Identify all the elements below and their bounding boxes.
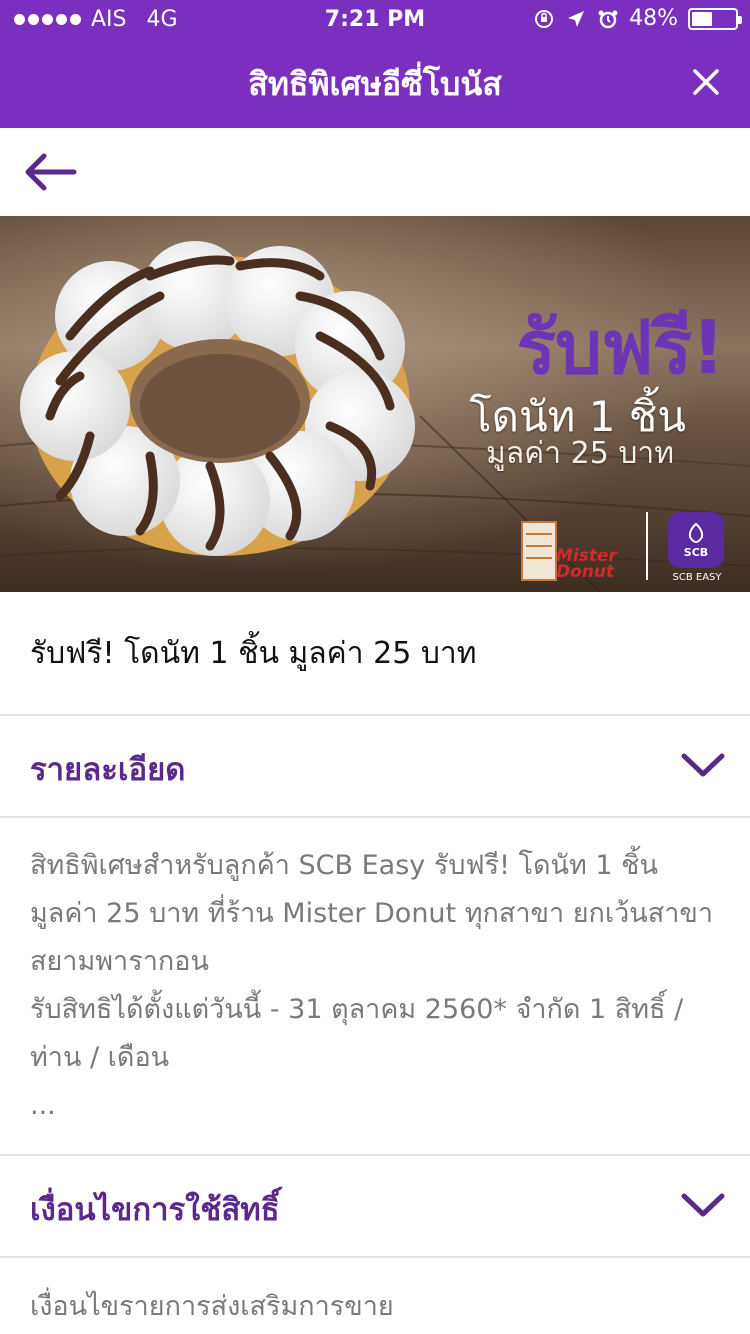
conditions-section-header[interactable]: เงื่อนไขการใช้สิทธิ์ — [0, 1156, 750, 1256]
back-arrow-icon[interactable] — [20, 148, 80, 196]
chevron-down-icon[interactable] — [680, 748, 726, 782]
status-bar: AIS 4G 7:21 PM 48% — [0, 0, 750, 40]
banner-line2: มูลค่า 25 บาท — [486, 436, 674, 471]
status-right: 48% — [533, 6, 742, 31]
app-header: AIS 4G 7:21 PM 48% สิทธิพิเศษอีซี่โบนัส — [0, 0, 750, 128]
details-body: สิทธิพิเศษสำหรับลูกค้า SCB Easy รับฟรี! … — [30, 842, 730, 1082]
details-section-header[interactable]: รายละเอียด — [0, 716, 750, 816]
battery-fill — [692, 11, 713, 26]
scb-logo: SCB — [668, 512, 724, 568]
conditions-title: เงื่อนไขการใช้สิทธิ์ — [30, 1192, 280, 1228]
location-arrow-icon — [568, 10, 585, 27]
scb-badge-label: SCB — [683, 545, 709, 559]
divider — [0, 1256, 750, 1258]
details-title: รายละเอียด — [30, 752, 186, 788]
divider — [0, 816, 750, 818]
details-body-text: สิทธิพิเศษสำหรับลูกค้า SCB Easy รับฟรี! … — [30, 850, 713, 1073]
battery-percent: 48% — [629, 6, 678, 31]
orientation-lock-icon — [535, 9, 554, 28]
scb-emblem-icon — [688, 522, 704, 543]
conditions-body: เงื่อนไขรายการส่งเสริมการขาย — [30, 1291, 394, 1322]
mister-donut-text: Mister Donut — [556, 546, 617, 582]
close-icon[interactable] — [688, 64, 724, 100]
scb-easy-caption: SCB EASY — [672, 572, 722, 583]
banner-divider — [646, 512, 648, 580]
chevron-down-icon[interactable] — [680, 1188, 726, 1222]
details-ellipsis[interactable]: ... — [30, 1090, 56, 1121]
nav-bar — [0, 128, 750, 216]
promo-title: รับฟรี! โดนัท 1 ชิ้น มูลค่า 25 บาท — [30, 636, 477, 671]
battery-icon — [688, 7, 742, 30]
promo-banner: รับฟรี! โดนัท 1 ชิ้น มูลค่า 25 บาท Miste… — [0, 216, 750, 592]
page-title: สิทธิพิเศษอีซี่โบนัส — [248, 65, 502, 103]
alarm-icon — [598, 10, 618, 28]
